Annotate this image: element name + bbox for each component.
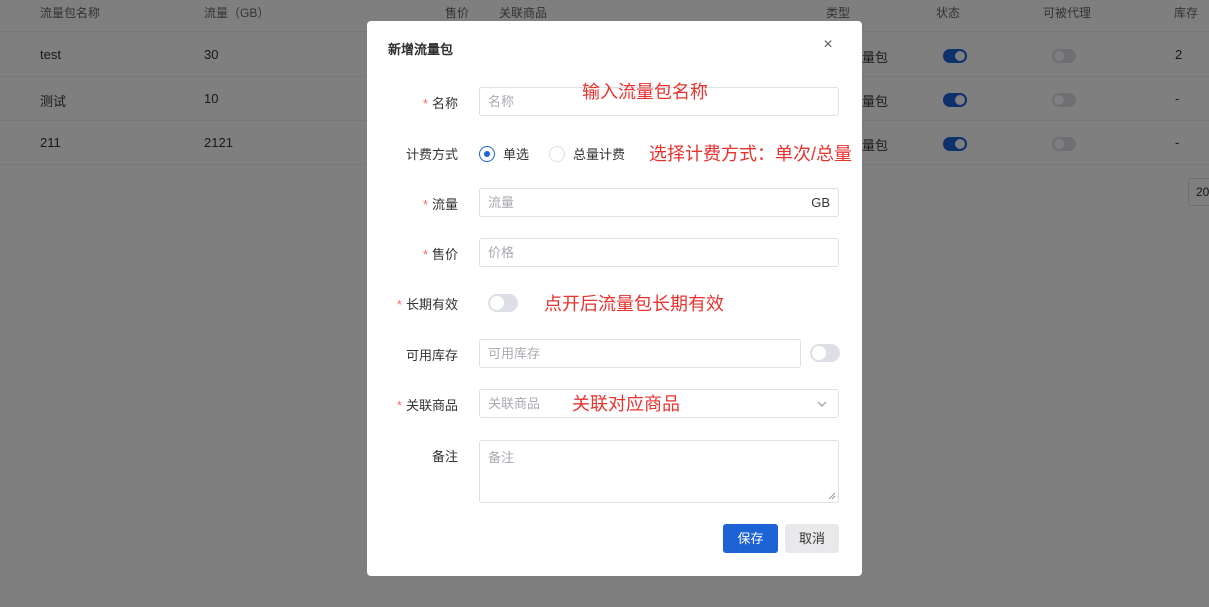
cancel-button[interactable]: 取消 [785, 524, 839, 553]
radio-unchecked-icon [549, 145, 565, 162]
long-term-label: * 长期有效 [396, 297, 458, 312]
traffic-label: * 流量 [422, 197, 458, 212]
price-label: * 售价 [422, 247, 458, 262]
annotation-billing: 选择计费方式：单次/总量 [649, 144, 852, 164]
annotation-product: 关联对应商品 [572, 394, 680, 414]
remark-textarea[interactable] [480, 441, 838, 502]
price-field[interactable] [479, 238, 839, 267]
stock-label: 可用库存 [405, 348, 458, 363]
traffic-field[interactable]: GB [479, 188, 839, 217]
stock-input[interactable] [480, 340, 800, 367]
name-label: * 名称 [422, 96, 458, 111]
radio-total[interactable]: 总量计费 [549, 144, 625, 163]
billing-label: 计费方式 [405, 147, 458, 162]
close-icon[interactable]: × [820, 37, 836, 53]
add-traffic-package-dialog: 新增流量包 × *名称 输入流量包名称 计费方式 单选 总量计费 选择计费方式：… [367, 21, 862, 576]
long-term-toggle[interactable] [488, 294, 518, 312]
chevron-down-icon [817, 401, 827, 407]
remark-label: 备注 [431, 449, 458, 464]
annotation-name: 输入流量包名称 [582, 82, 708, 102]
remark-field[interactable] [479, 440, 839, 503]
annotation-long-term: 点开后流量包长期有效 [544, 294, 724, 314]
radio-single[interactable]: 单选 [479, 144, 529, 163]
traffic-input[interactable] [480, 189, 838, 216]
save-button[interactable]: 保存 [723, 524, 778, 553]
resize-handle-icon[interactable] [828, 492, 836, 500]
stock-toggle[interactable] [810, 344, 840, 362]
radio-checked-icon [479, 145, 495, 162]
product-label: * 关联商品 [396, 398, 458, 413]
price-input[interactable] [480, 239, 838, 266]
stock-field[interactable] [479, 339, 801, 368]
dialog-title: 新增流量包 [388, 42, 454, 57]
billing-radio-group: 单选 总量计费 [479, 144, 639, 162]
traffic-unit-suffix: GB [811, 195, 830, 210]
